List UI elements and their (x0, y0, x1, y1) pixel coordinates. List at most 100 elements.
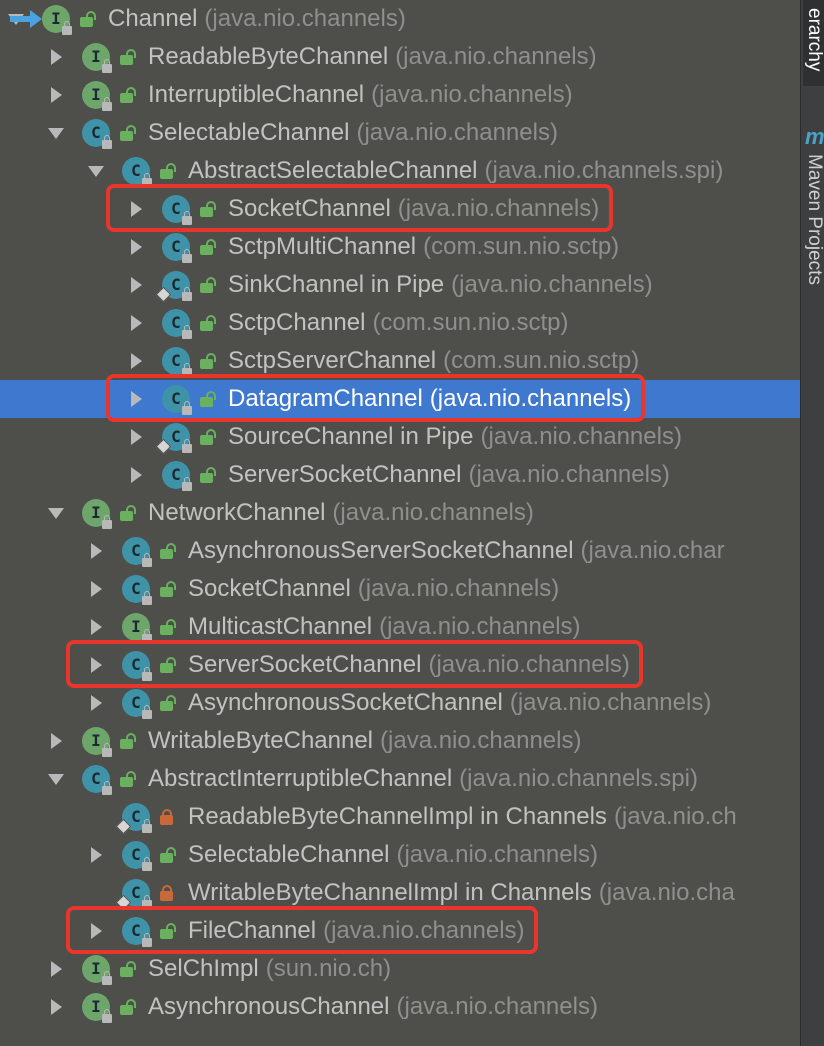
type-name: SocketChannel (228, 195, 391, 222)
interface-icon: I (82, 727, 112, 757)
package-name: (com.sun.nio.sctp) (443, 347, 640, 374)
tree-row[interactable]: I MulticastChannel (java.nio.channels) (0, 608, 800, 646)
collapse-arrow-icon[interactable] (44, 501, 68, 525)
public-access-icon (158, 162, 176, 180)
public-access-icon (198, 352, 216, 370)
expand-arrow-icon[interactable] (84, 919, 108, 943)
tree-row[interactable]: C WritableByteChannelImpl in Channels (jav… (0, 874, 800, 912)
tree-row[interactable]: C SocketChannel (java.nio.channels) (0, 190, 800, 228)
expand-arrow-icon[interactable] (124, 425, 148, 449)
tree-row[interactable]: C AsynchronousSocketChannel (java.nio.chan… (0, 684, 800, 722)
package-name: (java.nio.channels.spi) (459, 765, 698, 792)
interface-icon: I (82, 993, 112, 1023)
expand-arrow-icon[interactable] (44, 729, 68, 753)
lock-overlay-icon (102, 971, 112, 985)
public-access-icon (158, 694, 176, 712)
tree-row[interactable]: I AsynchronousChannel (java.nio.channels) (0, 988, 800, 1026)
tree-row[interactable]: C AsynchronousServerSocketChannel (java.ni… (0, 532, 800, 570)
expand-arrow-icon[interactable] (44, 957, 68, 981)
public-access-icon (158, 618, 176, 636)
expand-arrow-icon[interactable] (84, 615, 108, 639)
expand-arrow-icon[interactable] (44, 45, 68, 69)
interface-icon: I (82, 955, 112, 985)
private-access-icon (158, 884, 176, 902)
public-access-icon (118, 48, 136, 66)
expand-arrow-icon[interactable] (124, 197, 148, 221)
package-name: (java.nio.channels) (429, 385, 632, 412)
tree-row[interactable]: I Channel (java.nio.channels) (0, 0, 800, 38)
expand-arrow-icon[interactable] (84, 577, 108, 601)
tree-row[interactable]: C ServerSocketChannel (java.nio.channels) (0, 646, 800, 684)
lock-overlay-icon (102, 97, 112, 111)
public-access-icon (198, 390, 216, 408)
public-access-icon (118, 960, 136, 978)
tree-row[interactable]: C AbstractInterruptibleChannel (java.nio.c… (0, 760, 800, 798)
expand-arrow-icon[interactable] (44, 995, 68, 1019)
tree-row[interactable]: C ReadableByteChannelImpl in Channels (jav… (0, 798, 800, 836)
tree-row[interactable]: I InterruptibleChannel (java.nio.channels) (0, 76, 800, 114)
package-name: (java.nio.channels) (379, 613, 581, 640)
package-name: (java.nio.channels) (395, 43, 597, 70)
expand-arrow-icon[interactable] (124, 235, 148, 259)
tree-row[interactable]: C SinkChannel in Pipe (java.nio.channels) (0, 266, 800, 304)
package-name: (java.nio.channels) (451, 271, 653, 298)
expand-arrow-icon[interactable] (44, 83, 68, 107)
tree-row[interactable]: C SelectableChannel (java.nio.channels) (0, 114, 800, 152)
collapse-arrow-icon[interactable] (44, 121, 68, 145)
tree-row[interactable]: I NetworkChannel (java.nio.channels) (0, 494, 800, 532)
lock-overlay-icon (142, 819, 152, 833)
public-access-icon (158, 846, 176, 864)
type-name: AsynchronousSocketChannel (188, 689, 503, 716)
type-name: AbstractInterruptibleChannel (148, 765, 453, 792)
tree-row[interactable]: I ReadableByteChannel (java.nio.channels) (0, 38, 800, 76)
public-access-icon (118, 86, 136, 104)
public-access-icon (118, 504, 136, 522)
expand-arrow-icon[interactable] (124, 463, 148, 487)
package-name: (java.nio.channels) (380, 727, 582, 754)
class-icon: C (122, 537, 152, 567)
expand-arrow-icon[interactable] (124, 273, 148, 297)
type-name: DatagramChannel (228, 385, 423, 412)
tree-row[interactable]: C SocketChannel (java.nio.channels) (0, 570, 800, 608)
tree-row[interactable]: C SctpChannel (com.sun.nio.sctp) (0, 304, 800, 342)
lock-overlay-icon (182, 287, 192, 301)
tree-row[interactable]: C SctpServerChannel (com.sun.nio.sctp) (0, 342, 800, 380)
tree-row[interactable]: C FileChannel (java.nio.channels) (0, 912, 800, 950)
tree-row[interactable]: C SourceChannel in Pipe (java.nio.channels… (0, 418, 800, 456)
tree-row[interactable]: C DatagramChannel (java.nio.channels) (0, 380, 800, 418)
expand-arrow-icon[interactable] (84, 691, 108, 715)
tree-row[interactable]: C ServerSocketChannel (java.nio.channels) (0, 456, 800, 494)
class-icon: C (162, 309, 192, 339)
lock-overlay-icon (142, 895, 152, 909)
class-icon: C (162, 385, 192, 415)
maven-projects-tab[interactable]: Maven Projects (803, 154, 824, 285)
tree-row[interactable]: I WritableByteChannel (java.nio.channels) (0, 722, 800, 760)
expand-arrow-icon[interactable] (84, 653, 108, 677)
public-access-icon (158, 542, 176, 560)
collapse-arrow-icon[interactable] (44, 767, 68, 791)
expand-arrow-icon[interactable] (124, 349, 148, 373)
hierarchy-tab[interactable]: erarchy (803, 0, 824, 86)
package-name: (java.nio.channels) (204, 5, 406, 32)
class-icon: C (155, 271, 192, 303)
tree-row[interactable]: C SctpMultiChannel (com.sun.nio.sctp) (0, 228, 800, 266)
type-name: InterruptibleChannel (148, 81, 365, 108)
class-icon: C (162, 347, 192, 377)
lock-overlay-icon (102, 515, 112, 529)
expand-arrow-icon[interactable] (84, 539, 108, 563)
package-name: (java.nio.channels) (468, 461, 670, 488)
tree-row[interactable]: C AbstractSelectableChannel (java.nio.chan… (0, 152, 800, 190)
class-icon: C (115, 879, 152, 911)
expand-arrow-icon[interactable] (84, 843, 108, 867)
lock-overlay-icon (102, 135, 112, 149)
tree-row[interactable]: C SelectableChannel (java.nio.channels) (0, 836, 800, 874)
lock-overlay-icon (142, 173, 152, 187)
class-icon: C (82, 765, 112, 795)
tree-row[interactable]: I SelChImpl (sun.nio.ch) (0, 950, 800, 988)
package-name: (java.nio.channels) (396, 993, 598, 1020)
expand-arrow-icon[interactable] (124, 311, 148, 335)
collapse-arrow-icon[interactable] (84, 159, 108, 183)
type-name: Channel (108, 5, 198, 32)
expand-arrow-icon[interactable] (124, 387, 148, 411)
class-icon: C (122, 651, 152, 681)
